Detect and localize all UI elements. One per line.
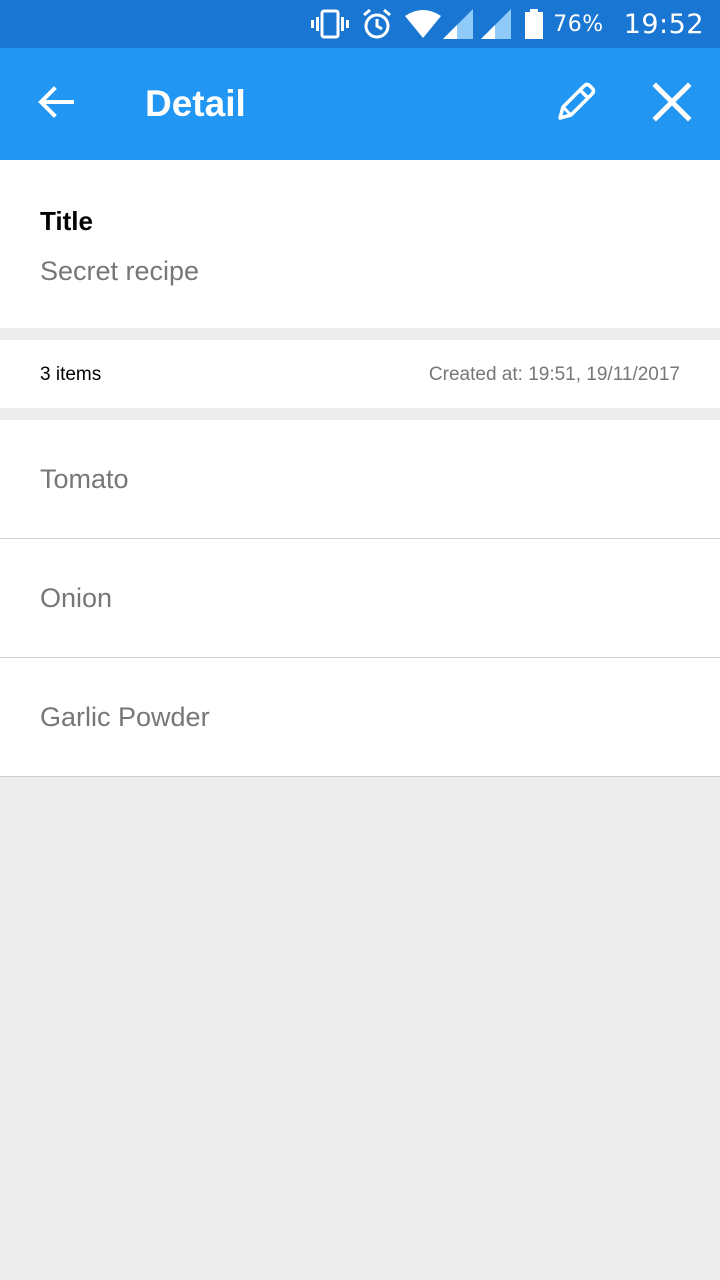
edit-button[interactable] xyxy=(552,78,600,126)
battery-percent: 76% xyxy=(553,11,604,37)
meta-row: 3 items Created at: 19:51, 19/11/2017 xyxy=(0,340,720,408)
close-icon xyxy=(652,82,692,122)
title-label: Title xyxy=(40,206,93,236)
signal-icon xyxy=(481,9,512,39)
close-button[interactable] xyxy=(650,80,694,124)
battery-icon xyxy=(525,9,544,39)
signal-icon xyxy=(443,9,474,39)
alarm-icon xyxy=(361,8,393,40)
arrow-back-icon xyxy=(38,86,74,118)
item-count: 3 items xyxy=(40,364,102,385)
pencil-icon xyxy=(558,82,596,120)
list-item[interactable]: Tomato xyxy=(0,420,720,539)
title-value: Secret recipe xyxy=(40,256,200,286)
wifi-icon xyxy=(405,10,442,38)
app-bar: Detail xyxy=(0,48,720,160)
back-button[interactable] xyxy=(36,82,76,122)
items-list: Tomato Onion Garlic Powder xyxy=(0,420,720,777)
created-at: Created at: 19:51, 19/11/2017 xyxy=(428,364,680,385)
list-item[interactable]: Garlic Powder xyxy=(0,658,720,777)
title-card: Title Secret recipe xyxy=(0,160,720,328)
page-title: Detail xyxy=(145,83,246,124)
status-bar: 76% 19:52 xyxy=(0,0,720,48)
status-time: 19:52 xyxy=(623,8,704,40)
list-item[interactable]: Onion xyxy=(0,539,720,658)
vibrate-icon xyxy=(311,9,350,39)
